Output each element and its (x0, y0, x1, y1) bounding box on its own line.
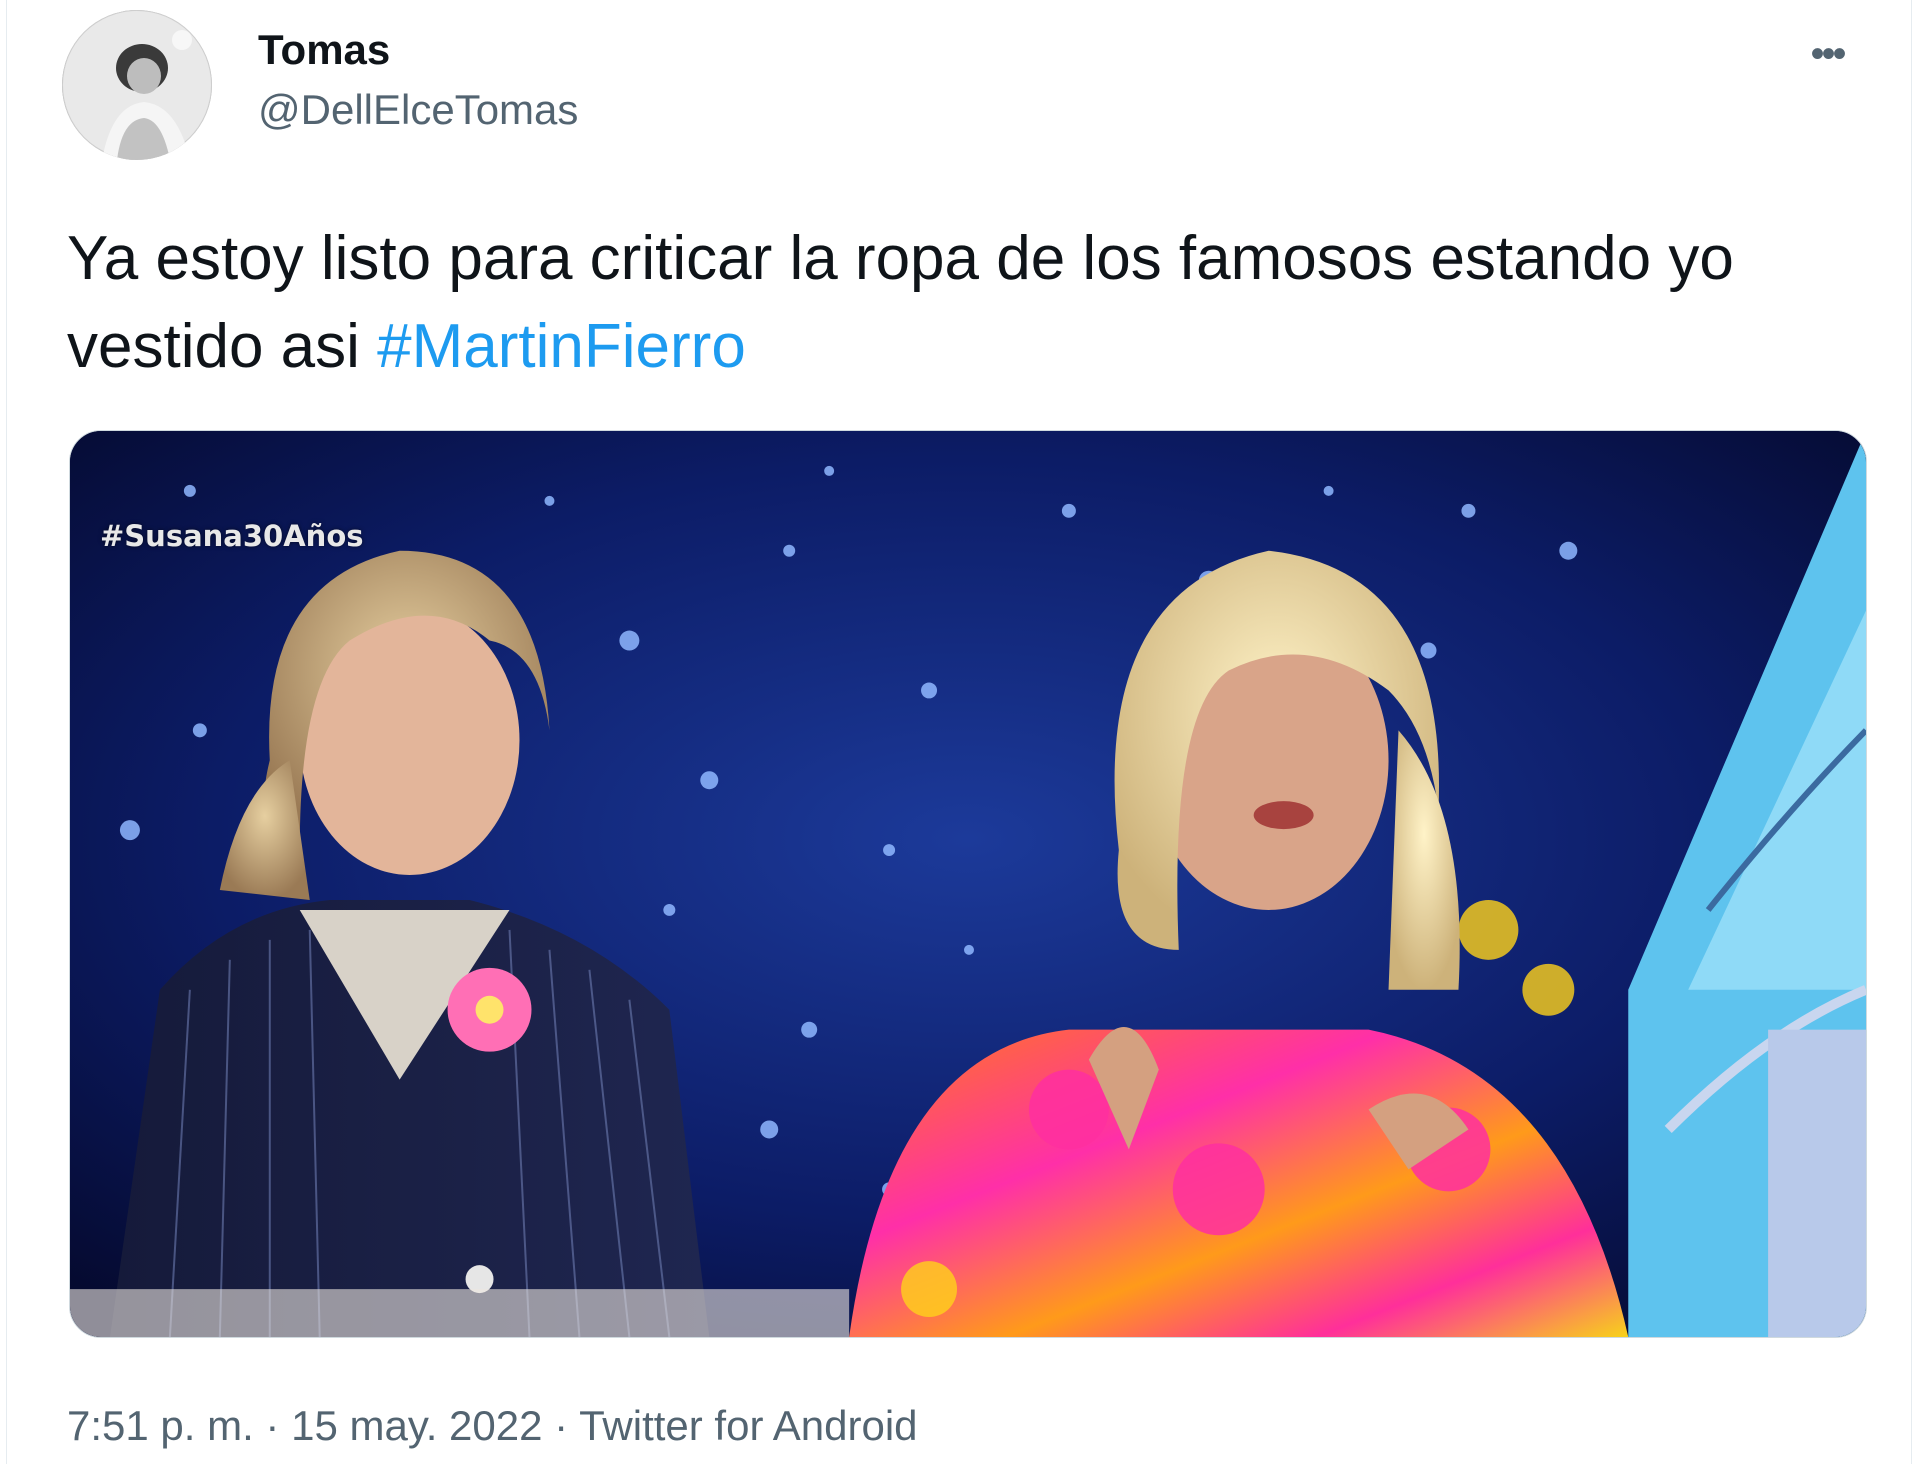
tweet-date[interactable]: 15 may. 2022 (291, 1402, 542, 1449)
more-options-button[interactable]: ••• (1792, 31, 1862, 76)
tweet-card: Tomas @DellElceTomas ••• Ya estoy listo … (6, 0, 1912, 1464)
tweet-source[interactable]: Twitter for Android (579, 1402, 917, 1449)
tweet-body: Ya estoy listo para criticar la ropa de … (67, 224, 1734, 381)
avatar[interactable] (62, 10, 212, 160)
tweet-time[interactable]: 7:51 p. m. (67, 1402, 254, 1449)
tweet-text: Ya estoy listo para criticar la ropa de … (67, 215, 1827, 391)
display-name[interactable]: Tomas (258, 24, 578, 76)
hashtag-link[interactable]: #MartinFierro (377, 312, 746, 381)
more-dots-icon: ••• (1810, 31, 1846, 76)
meta-separator: · (542, 1402, 580, 1449)
media-overlay-caption: #Susana30Años (100, 519, 364, 553)
media-photo (70, 431, 1866, 1337)
meta-separator: · (253, 1402, 292, 1449)
avatar-image (62, 10, 212, 160)
tweet-media-image[interactable]: #Susana30Años (69, 430, 1867, 1338)
user-handle[interactable]: @DellElceTomas (258, 84, 578, 136)
tweet-header: Tomas @DellElceTomas ••• (62, 10, 1862, 160)
tweet-metadata: 7:51 p. m. · 15 may. 2022 · Twitter for … (67, 1400, 918, 1452)
